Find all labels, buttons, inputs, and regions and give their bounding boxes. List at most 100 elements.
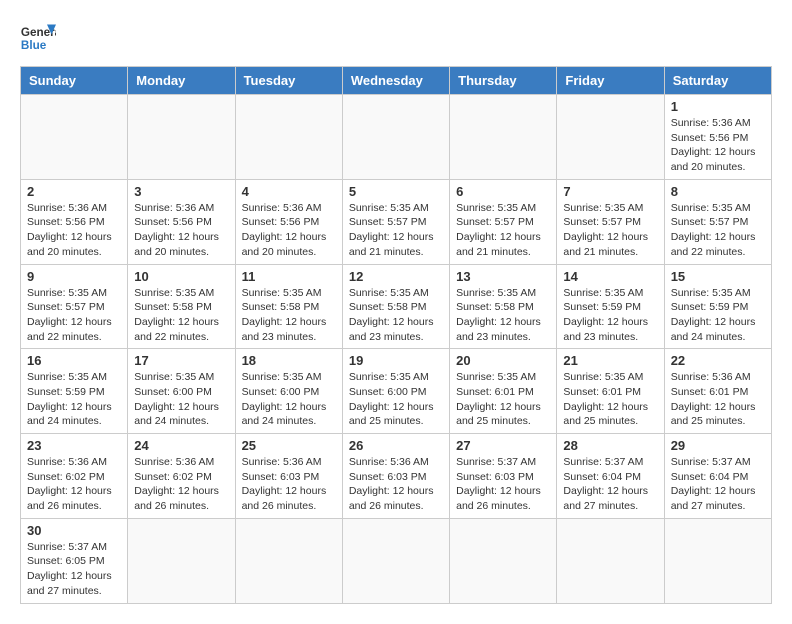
day-info: Sunrise: 5:35 AM Sunset: 5:58 PM Dayligh…: [349, 286, 443, 345]
calendar-cell: [664, 518, 771, 603]
column-header-friday: Friday: [557, 67, 664, 95]
calendar-cell: 5 Sunrise: 5:35 AM Sunset: 5:57 PM Daylig…: [342, 179, 449, 264]
day-number: 15: [671, 269, 765, 284]
logo: GeneralBlue: [20, 20, 56, 56]
column-header-thursday: Thursday: [450, 67, 557, 95]
day-info: Sunrise: 5:36 AM Sunset: 5:56 PM Dayligh…: [242, 201, 336, 260]
day-number: 18: [242, 353, 336, 368]
day-number: 7: [563, 184, 657, 199]
day-info: Sunrise: 5:35 AM Sunset: 6:00 PM Dayligh…: [242, 370, 336, 429]
calendar-cell: 10 Sunrise: 5:35 AM Sunset: 5:58 PM Dayli…: [128, 264, 235, 349]
day-number: 10: [134, 269, 228, 284]
day-info: Sunrise: 5:35 AM Sunset: 6:01 PM Dayligh…: [456, 370, 550, 429]
calendar-cell: [450, 518, 557, 603]
calendar-cell: 9 Sunrise: 5:35 AM Sunset: 5:57 PM Daylig…: [21, 264, 128, 349]
day-info: Sunrise: 5:35 AM Sunset: 5:57 PM Dayligh…: [456, 201, 550, 260]
day-number: 14: [563, 269, 657, 284]
calendar-cell: [128, 95, 235, 180]
calendar-cell: 18 Sunrise: 5:35 AM Sunset: 6:00 PM Dayli…: [235, 349, 342, 434]
calendar-cell: 28 Sunrise: 5:37 AM Sunset: 6:04 PM Dayli…: [557, 434, 664, 519]
day-number: 11: [242, 269, 336, 284]
day-info: Sunrise: 5:36 AM Sunset: 5:56 PM Dayligh…: [671, 116, 765, 175]
day-number: 13: [456, 269, 550, 284]
calendar-cell: [450, 95, 557, 180]
calendar-cell: 3Sunrise: 5:36 AM Sunset: 5:56 PM Daylig…: [128, 179, 235, 264]
day-info: Sunrise: 5:37 AM Sunset: 6:04 PM Dayligh…: [563, 455, 657, 514]
day-info: Sunrise: 5:35 AM Sunset: 6:01 PM Dayligh…: [563, 370, 657, 429]
day-number: 25: [242, 438, 336, 453]
calendar-cell: 11 Sunrise: 5:35 AM Sunset: 5:58 PM Dayli…: [235, 264, 342, 349]
calendar-cell: 8Sunrise: 5:35 AM Sunset: 5:57 PM Daylig…: [664, 179, 771, 264]
calendar-cell: 1 Sunrise: 5:36 AM Sunset: 5:56 PM Daylig…: [664, 95, 771, 180]
day-info: Sunrise: 5:36 AM Sunset: 6:03 PM Dayligh…: [242, 455, 336, 514]
day-number: 21: [563, 353, 657, 368]
calendar-cell: 29 Sunrise: 5:37 AM Sunset: 6:04 PM Dayli…: [664, 434, 771, 519]
calendar-cell: 21 Sunrise: 5:35 AM Sunset: 6:01 PM Dayli…: [557, 349, 664, 434]
day-info: Sunrise: 5:35 AM Sunset: 5:58 PM Dayligh…: [456, 286, 550, 345]
calendar-cell: 24Sunrise: 5:36 AM Sunset: 6:02 PM Dayli…: [128, 434, 235, 519]
column-header-saturday: Saturday: [664, 67, 771, 95]
calendar-cell: 16 Sunrise: 5:35 AM Sunset: 5:59 PM Dayli…: [21, 349, 128, 434]
day-info: Sunrise: 5:35 AM Sunset: 6:00 PM Dayligh…: [349, 370, 443, 429]
day-info: Sunrise: 5:35 AM Sunset: 5:57 PM Dayligh…: [563, 201, 657, 260]
day-info: Sunrise: 5:37 AM Sunset: 6:04 PM Dayligh…: [671, 455, 765, 514]
calendar-cell: 17Sunrise: 5:35 AM Sunset: 6:00 PM Dayli…: [128, 349, 235, 434]
page-header: GeneralBlue: [20, 20, 772, 56]
calendar-cell: 6 Sunrise: 5:35 AM Sunset: 5:57 PM Daylig…: [450, 179, 557, 264]
svg-text:Blue: Blue: [21, 39, 47, 52]
calendar-cell: 22 Sunrise: 5:36 AM Sunset: 6:01 PM Dayli…: [664, 349, 771, 434]
day-info: Sunrise: 5:36 AM Sunset: 6:03 PM Dayligh…: [349, 455, 443, 514]
calendar-cell: [21, 95, 128, 180]
day-info: Sunrise: 5:35 AM Sunset: 5:59 PM Dayligh…: [563, 286, 657, 345]
day-number: 20: [456, 353, 550, 368]
calendar-cell: 12 Sunrise: 5:35 AM Sunset: 5:58 PM Dayli…: [342, 264, 449, 349]
calendar-cell: [235, 95, 342, 180]
calendar-cell: [342, 518, 449, 603]
calendar-cell: 30 Sunrise: 5:37 AM Sunset: 6:05 PM Dayli…: [21, 518, 128, 603]
day-info: Sunrise: 5:35 AM Sunset: 5:57 PM Dayligh…: [27, 286, 121, 345]
day-info: Sunrise: 5:37 AM Sunset: 6:05 PM Dayligh…: [27, 540, 121, 599]
calendar: SundayMondayTuesdayWednesdayThursdayFrid…: [20, 66, 772, 604]
day-number: 1: [671, 99, 765, 114]
calendar-cell: 7 Sunrise: 5:35 AM Sunset: 5:57 PM Daylig…: [557, 179, 664, 264]
day-info: Sunrise: 5:36 AM Sunset: 5:56 PM Dayligh…: [27, 201, 121, 260]
day-info: Sunrise: 5:35 AM Sunset: 5:58 PM Dayligh…: [134, 286, 228, 345]
day-number: 9: [27, 269, 121, 284]
calendar-cell: [342, 95, 449, 180]
day-info: Sunrise: 5:35 AM Sunset: 5:57 PM Dayligh…: [671, 201, 765, 260]
day-info: Sunrise: 5:35 AM Sunset: 5:59 PM Dayligh…: [27, 370, 121, 429]
day-info: Sunrise: 5:35 AM Sunset: 5:58 PM Dayligh…: [242, 286, 336, 345]
logo-icon: GeneralBlue: [20, 20, 56, 56]
calendar-cell: 2 Sunrise: 5:36 AM Sunset: 5:56 PM Daylig…: [21, 179, 128, 264]
calendar-cell: 19Sunrise: 5:35 AM Sunset: 6:00 PM Dayli…: [342, 349, 449, 434]
calendar-cell: 13 Sunrise: 5:35 AM Sunset: 5:58 PM Dayli…: [450, 264, 557, 349]
day-number: 16: [27, 353, 121, 368]
day-info: Sunrise: 5:36 AM Sunset: 6:02 PM Dayligh…: [27, 455, 121, 514]
day-number: 2: [27, 184, 121, 199]
calendar-cell: [557, 95, 664, 180]
day-number: 28: [563, 438, 657, 453]
day-number: 6: [456, 184, 550, 199]
day-info: Sunrise: 5:35 AM Sunset: 6:00 PM Dayligh…: [134, 370, 228, 429]
day-number: 3: [134, 184, 228, 199]
calendar-cell: [235, 518, 342, 603]
column-header-wednesday: Wednesday: [342, 67, 449, 95]
calendar-cell: [128, 518, 235, 603]
calendar-cell: [557, 518, 664, 603]
calendar-cell: 25 Sunrise: 5:36 AM Sunset: 6:03 PM Dayli…: [235, 434, 342, 519]
day-number: 23: [27, 438, 121, 453]
day-number: 26: [349, 438, 443, 453]
day-number: 29: [671, 438, 765, 453]
calendar-cell: 23 Sunrise: 5:36 AM Sunset: 6:02 PM Dayli…: [21, 434, 128, 519]
day-number: 5: [349, 184, 443, 199]
day-info: Sunrise: 5:35 AM Sunset: 5:59 PM Dayligh…: [671, 286, 765, 345]
column-header-sunday: Sunday: [21, 67, 128, 95]
calendar-cell: 27Sunrise: 5:37 AM Sunset: 6:03 PM Dayli…: [450, 434, 557, 519]
day-number: 24: [134, 438, 228, 453]
day-info: Sunrise: 5:35 AM Sunset: 5:57 PM Dayligh…: [349, 201, 443, 260]
day-info: Sunrise: 5:36 AM Sunset: 6:01 PM Dayligh…: [671, 370, 765, 429]
day-number: 12: [349, 269, 443, 284]
day-number: 22: [671, 353, 765, 368]
calendar-cell: 20 Sunrise: 5:35 AM Sunset: 6:01 PM Dayli…: [450, 349, 557, 434]
day-number: 30: [27, 523, 121, 538]
